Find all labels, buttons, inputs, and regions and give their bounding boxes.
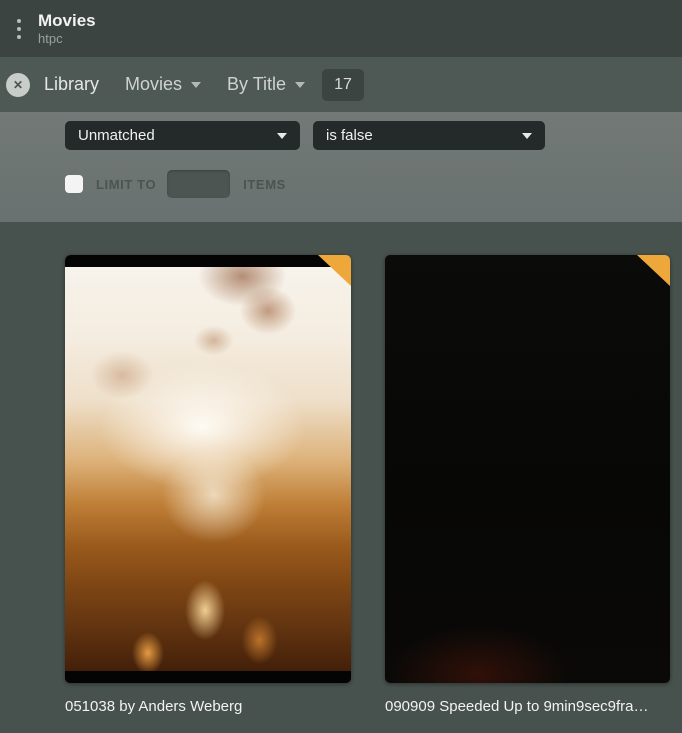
library-type-dropdown[interactable]: Movies xyxy=(125,74,202,95)
item-count-badge: 17 xyxy=(322,68,364,101)
movie-poster-051038[interactable] xyxy=(65,255,351,683)
server-name: htpc xyxy=(38,31,63,47)
filter-row: Unmatched is false xyxy=(65,121,682,150)
items-label: ITEMS xyxy=(243,176,286,192)
filter-operator-value: is false xyxy=(326,127,373,144)
chevron-down-icon xyxy=(295,81,306,88)
sort-by-label: By Title xyxy=(227,74,287,94)
chevron-down-icon xyxy=(522,132,532,139)
close-icon[interactable]: ✕ xyxy=(6,72,30,97)
titlebar: Movies htpc xyxy=(0,0,682,57)
movie-card: 051038 by Anders Weberg xyxy=(65,255,351,715)
poster-grid: 051038 by Anders Weberg 090909 Speeded U… xyxy=(0,222,682,715)
page-title: Movies xyxy=(38,10,96,30)
chevron-down-icon xyxy=(277,132,287,139)
movie-card: 090909 Speeded Up to 9min9sec9fra… xyxy=(385,255,670,715)
unmatched-corner-icon xyxy=(637,255,670,286)
poster-letterbox xyxy=(65,255,351,267)
limit-row: LIMIT TO ITEMS xyxy=(65,170,682,198)
filter-field-dropdown[interactable]: Unmatched xyxy=(65,121,300,150)
title-block: Movies htpc xyxy=(38,11,96,47)
breadcrumb-bar: ✕ Library Movies By Title 17 xyxy=(0,57,682,112)
unmatched-corner-icon xyxy=(318,255,351,286)
chevron-down-icon xyxy=(191,81,202,88)
poster-letterbox xyxy=(65,671,351,683)
limit-count-input[interactable] xyxy=(167,170,231,198)
movie-poster-090909[interactable] xyxy=(385,255,670,683)
library-type-label: Movies xyxy=(125,74,183,94)
filter-panel: Unmatched is false LIMIT TO ITEMS xyxy=(0,112,682,222)
filter-operator-dropdown[interactable]: is false xyxy=(313,121,545,150)
filter-field-value: Unmatched xyxy=(78,127,155,144)
movie-title[interactable]: 090909 Speeded Up to 9min9sec9fra… xyxy=(385,698,670,715)
movie-title[interactable]: 051038 by Anders Weberg xyxy=(65,698,351,715)
limit-to-label: LIMIT TO xyxy=(96,176,157,192)
plex-library-view: Movies htpc ✕ Library Movies By Title 17… xyxy=(0,0,682,733)
menu-kebab-icon[interactable] xyxy=(13,15,25,43)
limit-checkbox[interactable] xyxy=(65,175,83,193)
close-glyph: ✕ xyxy=(12,77,24,92)
sort-by-dropdown[interactable]: By Title xyxy=(227,74,306,95)
breadcrumb-library[interactable]: Library xyxy=(44,74,99,95)
